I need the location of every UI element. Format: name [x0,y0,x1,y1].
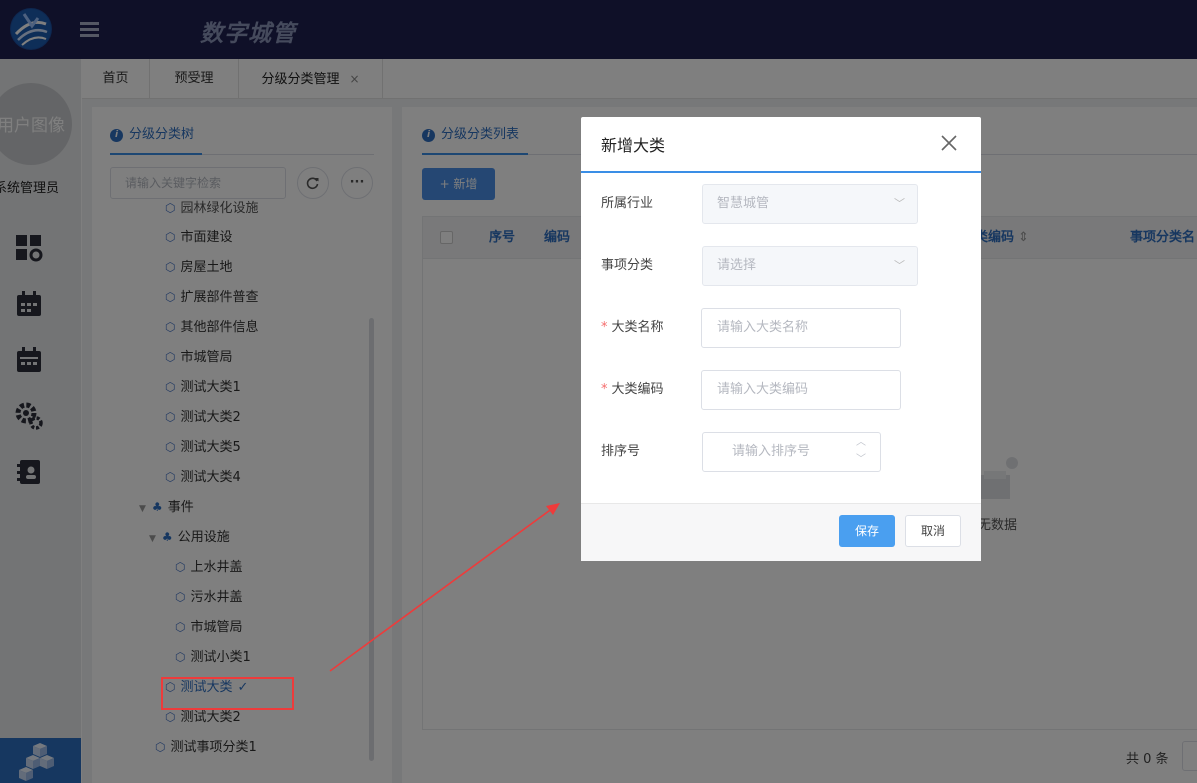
major-name-label: * 大类名称 [601,320,664,335]
chevron-down-icon: ﹀ [894,259,905,272]
industry-label: 所属行业 [601,196,654,211]
close-icon[interactable] [940,134,958,152]
required-mark: * [601,320,608,335]
category-select[interactable]: 请选择 ﹀ [702,246,918,286]
dialog-title-divider [581,171,981,173]
save-button[interactable]: 保存 [839,515,895,547]
required-mark: * [601,382,608,397]
decrement-icon[interactable]: ﹀ [856,455,866,465]
industry-select[interactable]: 智慧城管 ﹀ [702,184,918,224]
sort-number-label: 排序号 [601,444,641,459]
major-name-input[interactable]: 请输入大类名称 [701,308,901,348]
major-code-input[interactable]: 请输入大类编码 [701,370,901,410]
chevron-down-icon: ﹀ [894,197,905,210]
increment-icon[interactable]: ︿ [856,438,866,448]
sort-number-input[interactable]: 请输入排序号 ︿ ﹀ [702,432,881,472]
cancel-button[interactable]: 取消 [905,515,961,547]
category-label: 事项分类 [601,258,654,273]
major-code-label: * 大类编码 [601,382,664,397]
dialog-title: 新增大类 [601,136,666,155]
